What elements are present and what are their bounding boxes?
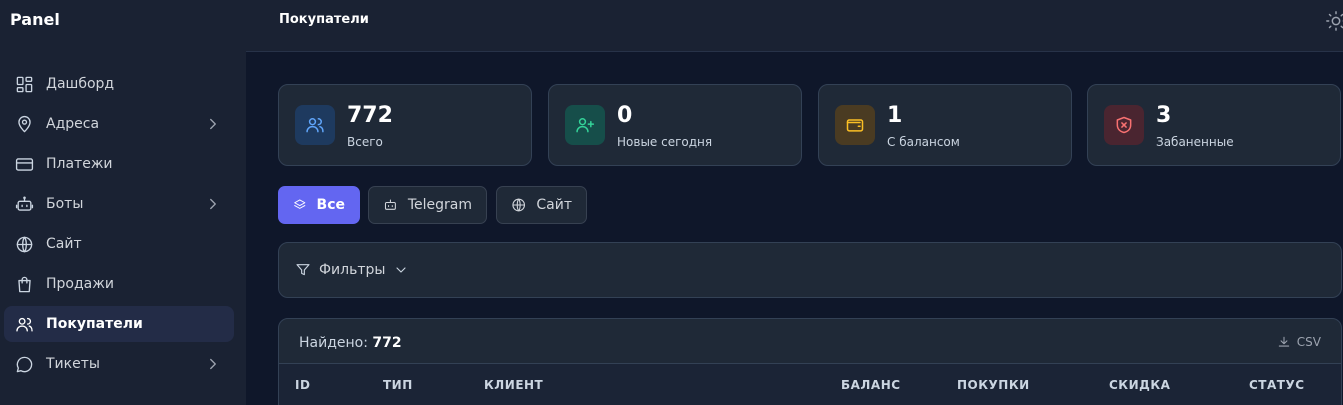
bot-icon — [384, 199, 396, 210]
wallet-icon — [835, 105, 875, 145]
stat-label: Забаненные — [1156, 135, 1234, 149]
sidebar-item-label: Платежи — [46, 156, 113, 172]
brand-logo[interactable]: Panel — [10, 10, 60, 29]
filters-toggle[interactable]: Фильтры — [278, 242, 1342, 298]
found-count: Найдено: 772 — [299, 335, 402, 351]
stat-card-new-today: 0 Новые сегодня — [548, 84, 802, 166]
page-title: Покупатели — [279, 12, 369, 27]
dashboard-icon — [14, 74, 34, 94]
tab-label: Сайт — [536, 197, 572, 213]
stat-label: С балансом — [887, 135, 960, 149]
user-plus-icon — [565, 105, 605, 145]
chevron-right-icon[interactable] — [204, 195, 222, 213]
column-header-type[interactable]: ТИП — [383, 378, 413, 392]
filters-label: Фильтры — [319, 262, 386, 278]
sidebar-item-label: Продажи — [46, 276, 114, 292]
tab-label: Все — [316, 197, 345, 213]
download-icon — [1278, 336, 1289, 347]
chevron-down-icon — [396, 267, 407, 273]
sidebar-item-label: Сайт — [46, 236, 82, 252]
stat-label: Всего — [347, 135, 383, 149]
found-value: 772 — [372, 335, 402, 351]
found-label: Найдено: — [299, 335, 368, 351]
sidebar-item-site[interactable]: Сайт — [4, 226, 234, 262]
sidebar-item-bots[interactable]: Боты — [4, 186, 234, 222]
sidebar-item-label: Покупатели — [46, 316, 143, 332]
sidebar-item-tickets[interactable]: Тикеты — [4, 346, 234, 382]
column-header-status[interactable]: СТАТУС — [1249, 378, 1305, 392]
csv-export-button[interactable]: CSV — [1277, 335, 1321, 349]
sidebar-item-label: Тикеты — [46, 356, 100, 372]
csv-label: CSV — [1296, 335, 1321, 349]
sidebar-item-label: Боты — [46, 196, 84, 212]
chevron-right-icon[interactable] — [204, 115, 222, 133]
chevron-right-icon[interactable] — [204, 355, 222, 373]
sidebar: Panel Дашборд Адреса Платежи Боты Сайт П… — [0, 0, 246, 405]
stat-label: Новые сегодня — [617, 135, 713, 149]
layers-icon — [294, 199, 306, 209]
column-header-client[interactable]: КЛИЕНТ — [484, 378, 543, 392]
stat-card-total: 772 Всего — [278, 84, 532, 166]
chat-bubble-icon — [14, 354, 34, 374]
stat-value: 1 — [887, 103, 903, 128]
column-header-id[interactable]: ID — [295, 378, 310, 392]
tab-telegram[interactable]: Telegram — [368, 186, 487, 224]
stat-value: 3 — [1156, 103, 1172, 128]
tab-site[interactable]: Сайт — [496, 186, 587, 224]
customers-table: Найдено: 772 CSV ID ТИП КЛИЕНТ БАЛАНС ПО… — [278, 318, 1342, 405]
stat-card-with-balance: 1 С балансом — [818, 84, 1072, 166]
filter-icon — [296, 264, 310, 276]
credit-card-icon — [14, 154, 34, 174]
map-pin-icon — [14, 114, 34, 134]
sidebar-item-sales[interactable]: Продажи — [4, 266, 234, 302]
stat-card-banned: 3 Забаненные — [1087, 84, 1341, 166]
globe-icon — [512, 198, 526, 212]
sidebar-nav: Дашборд Адреса Платежи Боты Сайт Продажи… — [0, 66, 246, 386]
top-header: Покупатели — [246, 0, 1343, 52]
shopping-bag-icon — [14, 274, 34, 294]
column-header-discount[interactable]: СКИДКА — [1109, 378, 1170, 392]
sidebar-item-payments[interactable]: Платежи — [4, 146, 234, 182]
stat-value: 0 — [617, 103, 633, 128]
shield-x-icon — [1104, 105, 1144, 145]
sidebar-item-customers[interactable]: Покупатели — [4, 306, 234, 342]
tab-all[interactable]: Все — [278, 186, 360, 224]
users-icon — [14, 314, 34, 334]
sidebar-item-label: Адреса — [46, 116, 100, 132]
globe-icon — [14, 234, 34, 254]
main-content: 772 Всего 0 Новые сегодня 1 С балансом 3… — [246, 52, 1343, 405]
stat-value: 772 — [347, 103, 393, 128]
bot-icon — [14, 194, 34, 214]
sidebar-item-label: Дашборд — [46, 76, 115, 92]
sidebar-item-addresses[interactable]: Адреса — [4, 106, 234, 142]
users-icon — [295, 105, 335, 145]
tab-label: Telegram — [407, 197, 472, 213]
column-header-purchases[interactable]: ПОКУПКИ — [957, 378, 1030, 392]
sidebar-item-dashboard[interactable]: Дашборд — [4, 66, 234, 102]
table-header: ID ТИП КЛИЕНТ БАЛАНС ПОКУПКИ СКИДКА СТАТ… — [279, 363, 1341, 405]
column-header-balance[interactable]: БАЛАНС — [841, 378, 901, 392]
theme-toggle-icon[interactable] — [1325, 10, 1343, 32]
